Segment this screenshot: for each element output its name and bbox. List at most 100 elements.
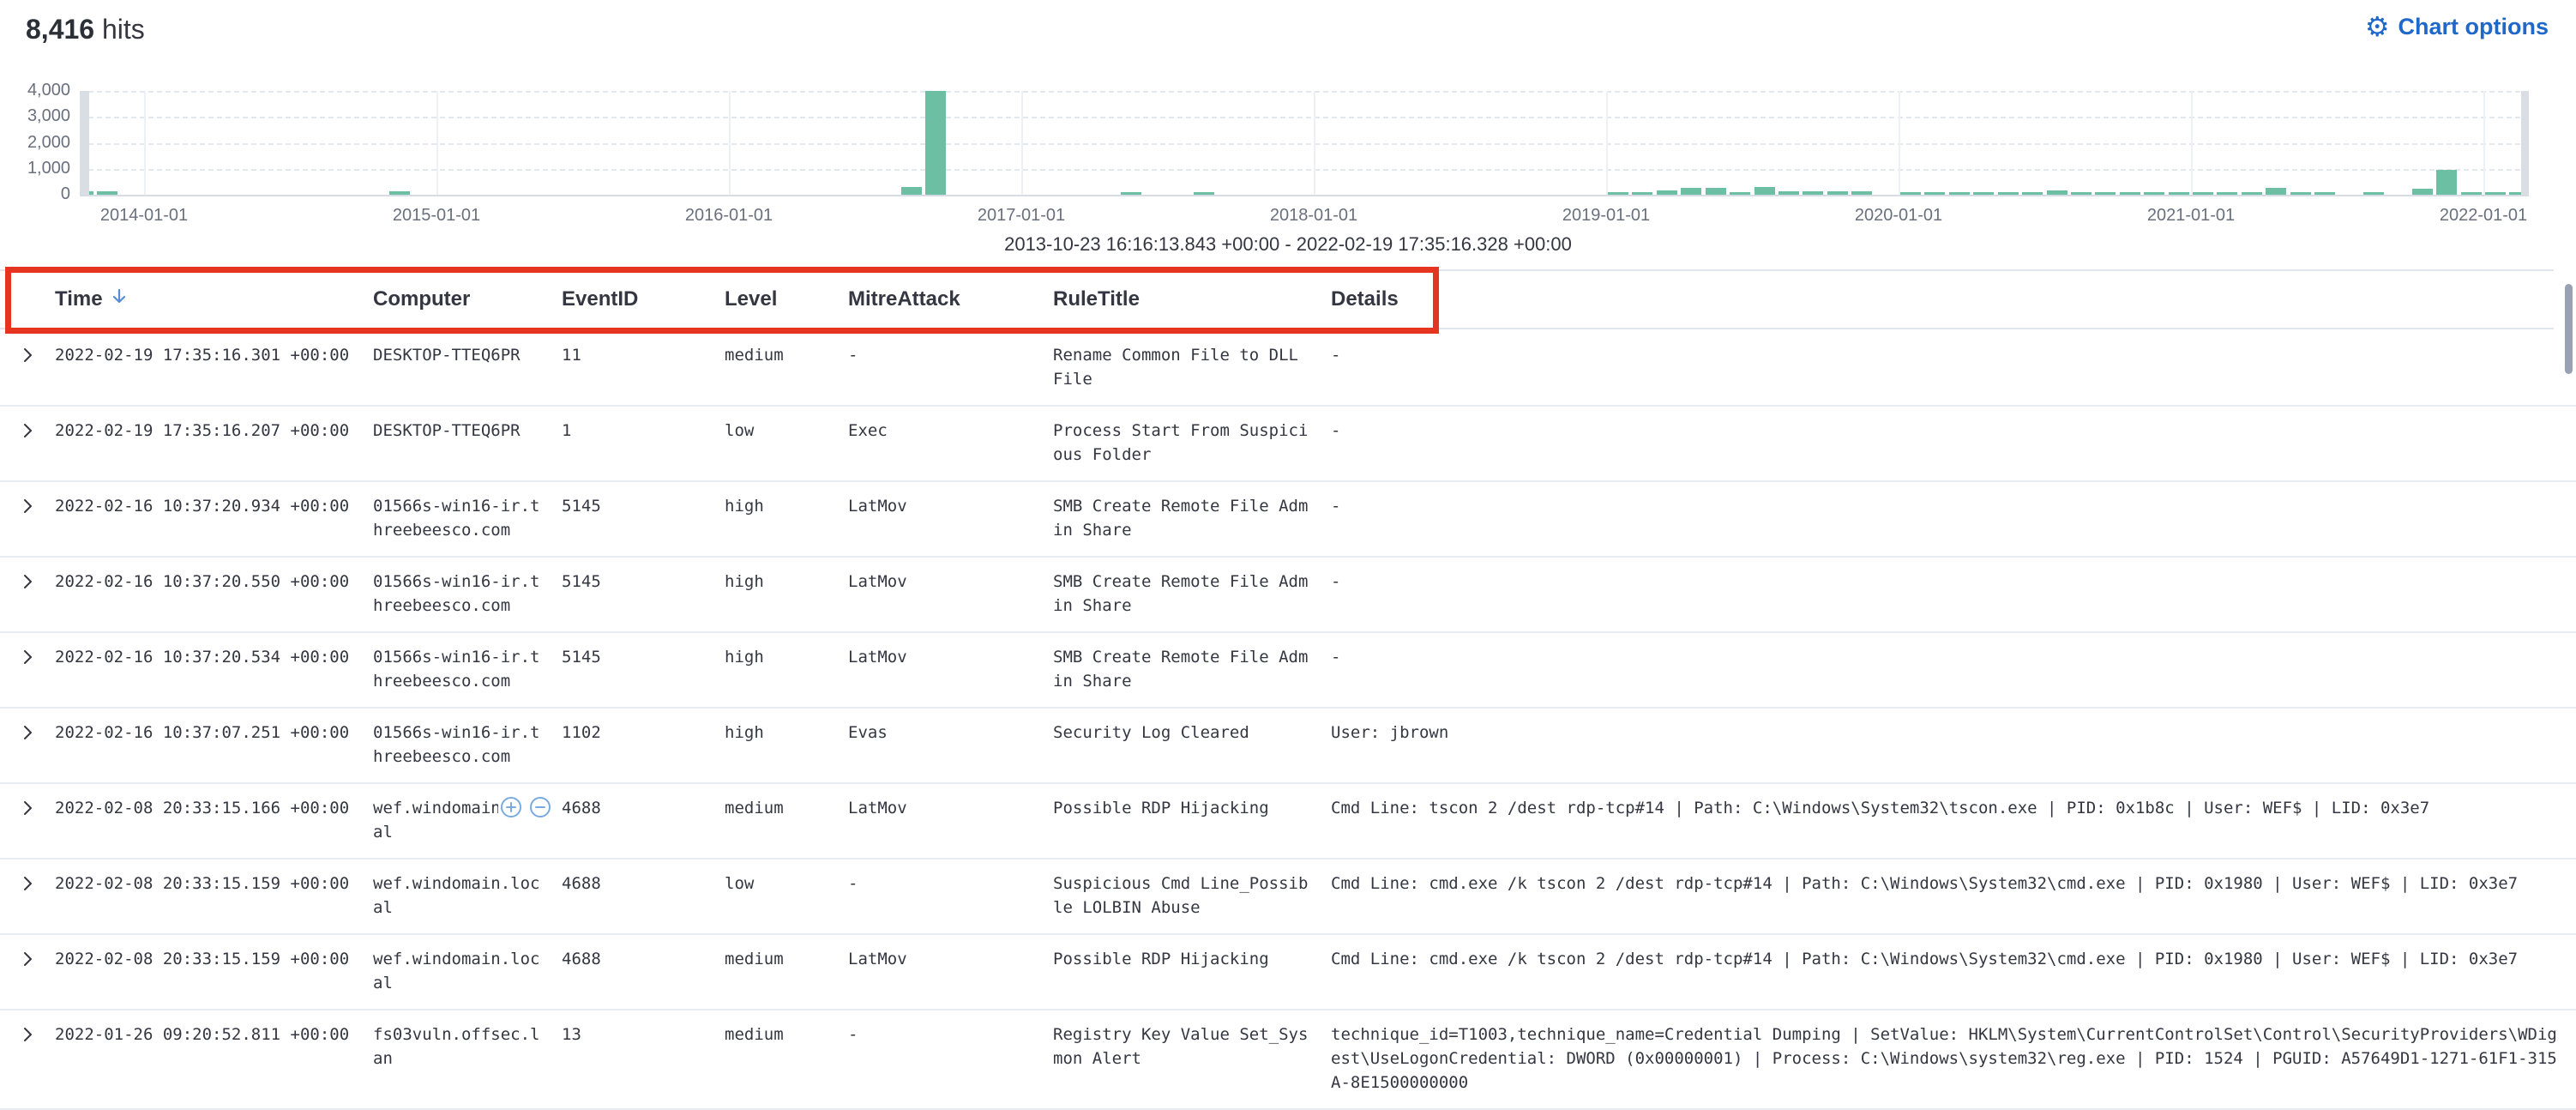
cell-level: medium xyxy=(725,947,848,971)
expand-row-button[interactable] xyxy=(17,722,38,743)
cell-time: 2022-02-16 10:37:20.550 +00:00 xyxy=(55,570,373,594)
expand-row-button[interactable] xyxy=(17,420,38,441)
cell-eventid: 5145 xyxy=(562,570,725,594)
table-row[interactable]: 2022-02-08 20:33:15.166 +00:00wef.windom… xyxy=(0,784,2576,860)
histogram-bar[interactable] xyxy=(2290,192,2311,195)
table-row[interactable]: 2022-02-16 10:37:20.934 +00:0001566s-win… xyxy=(0,482,2576,558)
table-row[interactable]: 2022-02-08 20:33:15.159 +00:00wef.windom… xyxy=(0,860,2576,935)
x-axis-label: 2015-01-01 xyxy=(393,206,480,226)
table-row[interactable]: 2022-02-16 10:37:20.550 +00:0001566s-win… xyxy=(0,558,2576,633)
table-row[interactable]: 2022-02-19 17:35:16.207 +00:00DESKTOP-TT… xyxy=(0,407,2576,482)
table-row[interactable]: 2022-02-16 10:37:20.534 +00:0001566s-win… xyxy=(0,633,2576,709)
expand-row-button[interactable] xyxy=(17,798,38,818)
cell-level: medium xyxy=(725,343,848,367)
histogram-bar[interactable] xyxy=(1608,192,1628,195)
histogram-bar[interactable] xyxy=(2169,192,2189,195)
cell-ruletitle: SMB Create Remote File Admin Share xyxy=(1053,645,1331,693)
expand-row-button[interactable] xyxy=(17,496,38,516)
histogram-chart[interactable]: 01,0002,0003,0004,0002014-01-012015-01-0… xyxy=(0,0,2576,266)
histogram-bar[interactable] xyxy=(901,187,922,195)
histogram-bar[interactable] xyxy=(1900,192,1921,195)
events-table: 2022-02-19 17:35:16.301 +00:00DESKTOP-TT… xyxy=(0,331,2576,1110)
expand-row-button[interactable] xyxy=(17,571,38,592)
expand-row-button[interactable] xyxy=(17,949,38,969)
cell-computer-text: 01566s-win16-ir.threebeesco.com xyxy=(373,645,545,693)
gridline-x xyxy=(2483,91,2485,195)
cell-ruletitle-text: Process Start From Suspicious Folder xyxy=(1053,419,1310,467)
cell-eventid: 11 xyxy=(562,343,725,367)
histogram-bar[interactable] xyxy=(1121,192,1141,195)
histogram-bar[interactable] xyxy=(2363,192,2384,195)
histogram-bar[interactable] xyxy=(1632,192,1652,195)
histogram-bar[interactable] xyxy=(1924,192,1945,195)
expand-row-button[interactable] xyxy=(17,873,38,894)
histogram-bar[interactable] xyxy=(1706,188,1726,195)
x-axis-label: 2016-01-01 xyxy=(685,206,773,226)
column-header-details[interactable]: Details xyxy=(1331,287,2531,311)
histogram-bar[interactable] xyxy=(1949,192,1970,195)
chevron-right-icon xyxy=(17,733,38,745)
histogram-bar[interactable] xyxy=(1973,192,1994,195)
column-header-time[interactable]: Time xyxy=(55,287,373,312)
cell-mitreattack: LatMov xyxy=(848,494,1053,518)
histogram-bar[interactable] xyxy=(2436,170,2457,195)
histogram-bar[interactable] xyxy=(2266,188,2286,195)
cell-mitreattack: LatMov xyxy=(848,645,1053,669)
histogram-bar[interactable] xyxy=(389,191,410,195)
column-header-computer[interactable]: Computer xyxy=(373,287,562,311)
histogram-bar[interactable] xyxy=(1754,187,1775,195)
histogram-bar[interactable] xyxy=(2022,192,2043,195)
histogram-bar[interactable] xyxy=(2071,192,2091,195)
table-row[interactable]: 2022-01-26 09:20:52.811 +00:00fs03vuln.o… xyxy=(0,1010,2576,1110)
filter-out-value-icon[interactable] xyxy=(529,796,551,825)
column-header-mitreattack[interactable]: MitreAttack xyxy=(848,287,1053,311)
x-axis-line xyxy=(80,195,2529,196)
table-row[interactable]: 2022-02-16 10:37:07.251 +00:0001566s-win… xyxy=(0,709,2576,784)
histogram-bar[interactable] xyxy=(2144,192,2164,195)
column-header-ruletitle[interactable]: RuleTitle xyxy=(1053,287,1331,311)
vertical-scrollbar-thumb[interactable] xyxy=(2565,284,2573,374)
histogram-bar[interactable] xyxy=(2485,192,2506,195)
table-row[interactable]: 2022-02-08 20:33:15.159 +00:00wef.windom… xyxy=(0,935,2576,1010)
histogram-bar[interactable] xyxy=(1827,191,1848,195)
cell-details: - xyxy=(1331,570,2561,594)
filter-for-value-icon[interactable] xyxy=(500,796,522,825)
histogram-bar[interactable] xyxy=(2314,192,2335,195)
histogram-bar[interactable] xyxy=(97,191,117,195)
histogram-bar[interactable] xyxy=(1998,192,2019,195)
column-header-eventid[interactable]: EventID xyxy=(562,287,725,311)
histogram-bar[interactable] xyxy=(1657,190,1677,195)
histogram-bar[interactable] xyxy=(1730,192,1750,195)
gridline-x xyxy=(1314,91,1315,195)
expand-row-button[interactable] xyxy=(17,345,38,365)
histogram-bar[interactable] xyxy=(2047,190,2067,195)
table-row[interactable]: 2022-02-19 17:35:16.301 +00:00DESKTOP-TT… xyxy=(0,331,2576,407)
histogram-bar[interactable] xyxy=(2412,189,2433,195)
expand-row-button[interactable] xyxy=(17,647,38,667)
histogram-bar[interactable] xyxy=(1803,191,1823,195)
cell-computer: 01566s-win16-ir.threebeesco.com xyxy=(373,570,562,618)
histogram-bar[interactable] xyxy=(2217,192,2237,195)
histogram-bar[interactable] xyxy=(1779,191,1799,195)
chevron-right-icon xyxy=(17,808,38,821)
histogram-bar[interactable] xyxy=(1851,191,1872,195)
histogram-bar[interactable] xyxy=(1681,188,1701,195)
histogram-bar[interactable] xyxy=(2095,192,2116,195)
cell-ruletitle-text: SMB Create Remote File Admin Share xyxy=(1053,645,1310,693)
histogram-bar[interactable] xyxy=(925,91,946,195)
cell-time: 2022-02-16 10:37:20.934 +00:00 xyxy=(55,494,373,518)
cell-computer-text: 01566s-win16-ir.threebeesco.com xyxy=(373,570,545,618)
cell-ruletitle-text: Security Log Cleared xyxy=(1053,721,1310,745)
column-header-level[interactable]: Level xyxy=(725,287,848,311)
histogram-bar[interactable] xyxy=(1194,192,1214,195)
expand-row-button[interactable] xyxy=(17,1024,38,1045)
cell-time: 2022-02-19 17:35:16.207 +00:00 xyxy=(55,419,373,443)
cell-time: 2022-02-08 20:33:15.159 +00:00 xyxy=(55,947,373,971)
gridline-x xyxy=(729,91,731,195)
histogram-bar[interactable] xyxy=(2461,192,2482,195)
histogram-bar[interactable] xyxy=(2242,192,2262,195)
cell-eventid: 13 xyxy=(562,1023,725,1047)
histogram-bar[interactable] xyxy=(2193,192,2213,195)
histogram-bar[interactable] xyxy=(2120,192,2140,195)
cell-ruletitle-text: SMB Create Remote File Admin Share xyxy=(1053,494,1310,542)
